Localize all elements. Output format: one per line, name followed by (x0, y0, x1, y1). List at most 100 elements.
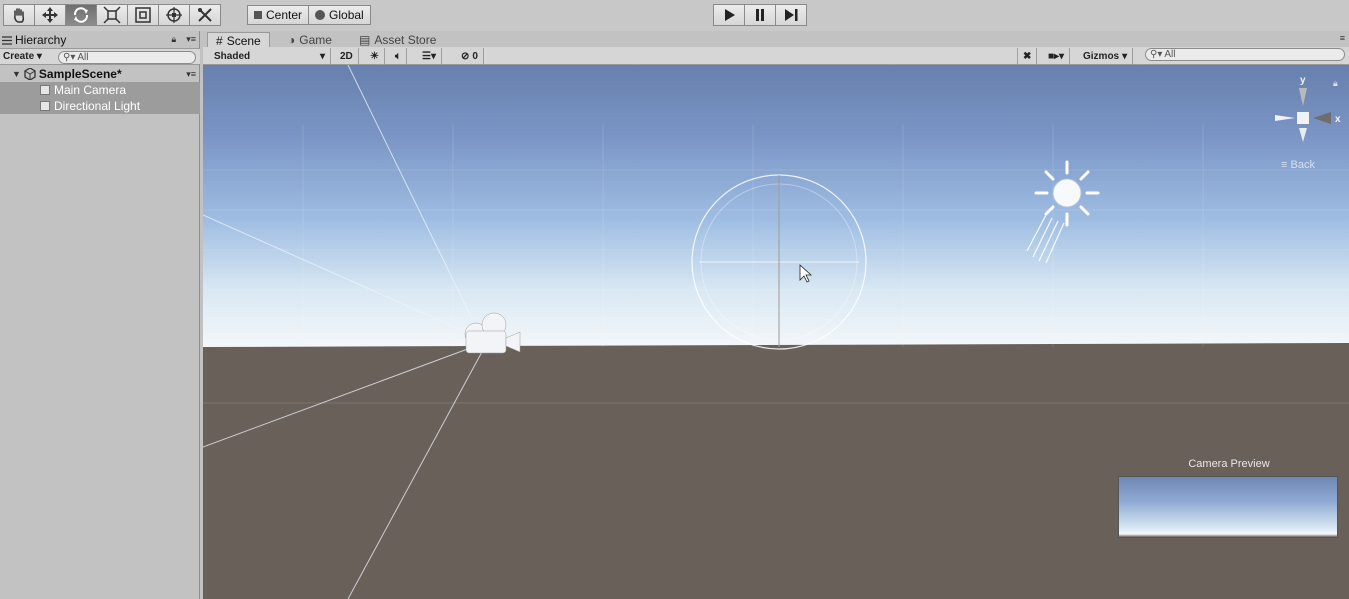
scene-tab-bar: # Scene ◑ Game ▤ Asset Store ≡ (203, 31, 1349, 48)
hierarchy-search-input[interactable]: ⚲▾ All (58, 51, 196, 64)
pause-icon (756, 9, 764, 21)
list-icon (2, 35, 12, 45)
hierarchy-item-main-camera[interactable]: Main Camera (0, 82, 200, 98)
tab-asset-store-label: Asset Store (374, 33, 437, 47)
axis-gizmo-icon: y x 🔒︎ (1275, 75, 1341, 142)
camera-preview: Camera Preview (1118, 458, 1340, 540)
hand-tool-button[interactable] (3, 4, 35, 26)
pause-button[interactable] (744, 4, 776, 26)
pivot-controls: Center Global (247, 5, 371, 25)
transform-tools (3, 4, 221, 26)
chevron-down-icon: ▾ (319, 50, 325, 62)
toggle-2d-button[interactable]: 2D (335, 48, 359, 64)
gizmo-lock-icon: 🔒︎ (1333, 79, 1338, 89)
scale-icon (103, 6, 121, 24)
gizmo-y-label: y (1300, 75, 1306, 86)
rotate-tool-button[interactable] (65, 4, 97, 26)
transform-tool-button[interactable] (158, 4, 190, 26)
grid-icon: # (216, 33, 223, 48)
scene-root-item[interactable]: ▼ SampleScene* ▾≡ (0, 66, 200, 82)
gizmos-label: Gizmos (1083, 50, 1120, 62)
lock-icon[interactable]: 🔒︎ (171, 34, 176, 45)
back-label-text: Back (1290, 159, 1315, 171)
lightbulb-icon: ☀ (370, 50, 379, 62)
camera-dropdown[interactable]: ■▸▾ (1043, 48, 1071, 64)
gameobject-icon (40, 85, 50, 95)
custom-tool-button[interactable] (189, 4, 221, 26)
create-label: Create (3, 51, 35, 62)
effects-icon: ☰▾ (422, 50, 436, 62)
mode-2d-label: 2D (340, 50, 353, 62)
hierarchy-panel: Hierarchy 🔒︎ ▾≡ Create ▾ ⚲▾ All ▼ Sample… (0, 31, 200, 599)
camera-preview-image (1118, 476, 1338, 538)
gizmo-x-label: x (1335, 114, 1341, 125)
view-back-label[interactable]: ≡ Back (1281, 159, 1315, 171)
audio-toggle[interactable]: 🔈︎ (390, 48, 407, 64)
play-icon (725, 9, 735, 21)
shading-mode-dropdown[interactable]: Shaded ▾ (209, 48, 331, 64)
scene-menu-icon[interactable]: ▾≡ (186, 69, 196, 80)
gizmos-dropdown[interactable]: Gizmos ▾ (1078, 48, 1134, 64)
move-tool-button[interactable] (34, 4, 66, 26)
tools-icon: ✖ (1023, 50, 1032, 62)
hierarchy-item-label: Directional Light (54, 99, 141, 113)
store-icon: ▤ (359, 33, 371, 47)
search-icon: ⚲▾ (1150, 49, 1163, 60)
scene-viewport[interactable]: Camera Preview (203, 65, 1349, 599)
tab-game[interactable]: ◑ Game (288, 32, 332, 48)
transform-icon (166, 7, 182, 23)
scene-name: SampleScene* (38, 67, 122, 81)
hierarchy-toolbar: Create ▾ ⚲▾ All (0, 48, 200, 65)
tools-icon (198, 8, 212, 22)
hidden-count: 0 (472, 50, 478, 62)
hierarchy-tab-tools: 🔒︎ ▾≡ (171, 34, 196, 45)
speaker-icon: 🔈︎ (395, 50, 401, 62)
hand-icon (14, 8, 25, 23)
gamepad-icon: ◑ (288, 33, 296, 47)
space-label: Global (329, 8, 364, 22)
panel-menu-icon[interactable]: ▾≡ (186, 34, 196, 45)
step-button[interactable] (775, 4, 807, 26)
gameobject-icon (40, 101, 50, 111)
create-dropdown[interactable]: Create ▾ (3, 51, 42, 62)
tab-asset-store[interactable]: ▤ Asset Store (359, 32, 436, 48)
sky (203, 65, 1349, 347)
scene-search-placeholder: All (1164, 49, 1176, 60)
panel-menu-icon[interactable]: ≡ (1340, 33, 1345, 43)
tab-game-label: Game (299, 33, 332, 47)
pivot-center-button[interactable]: Center (247, 5, 310, 25)
playback-controls (713, 4, 807, 26)
eye-slash-icon: ⊘ (461, 50, 470, 62)
step-icon (785, 9, 798, 21)
tab-scene-label: Scene (226, 33, 261, 48)
scale-tool-button[interactable] (96, 4, 128, 26)
hierarchy-tab-label: Hierarchy (15, 33, 67, 47)
rect-icon (135, 7, 151, 23)
rotate-icon (73, 7, 89, 23)
lighting-toggle[interactable]: ☀ (365, 48, 385, 64)
play-button[interactable] (713, 4, 745, 26)
shading-mode-label: Shaded (214, 50, 251, 62)
camera-icon: ■▸▾ (1048, 50, 1065, 62)
effects-dropdown[interactable]: ☰▾ (417, 48, 442, 64)
space-global-button[interactable]: Global (308, 5, 371, 25)
move-arrows-icon (42, 7, 58, 23)
expand-arrow-icon[interactable]: ▼ (12, 69, 21, 79)
hierarchy-search-placeholder: All (77, 52, 89, 63)
hidden-objects-toggle[interactable]: ⊘ 0 (456, 48, 484, 64)
camera-preview-label: Camera Preview (1188, 458, 1270, 470)
hierarchy-item-directional-light[interactable]: Directional Light (0, 98, 200, 114)
chevron-down-icon: ▾ (1122, 50, 1128, 62)
orientation-gizmo[interactable]: y x 🔒︎ (1273, 72, 1347, 172)
rect-tool-button[interactable] (127, 4, 159, 26)
chevron-down-icon: ▾ (36, 51, 42, 62)
tools-toggle[interactable]: ✖ (1017, 48, 1038, 64)
scene-control-bar: Shaded ▾ 2D ☀ 🔈︎ ☰▾ ⊘ 0 ✖ ■▸▾ Gizmos ▾ ⚲… (203, 47, 1349, 65)
scene-search-input[interactable]: ⚲▾ All (1145, 48, 1345, 61)
hierarchy-item-label: Main Camera (54, 83, 127, 97)
tab-scene[interactable]: # Scene (207, 32, 270, 48)
pivot-label: Center (266, 8, 303, 22)
hierarchy-tab[interactable]: Hierarchy 🔒︎ ▾≡ (0, 32, 200, 48)
menu-lines-icon: ≡ (1281, 159, 1288, 171)
hierarchy-tree: ▼ SampleScene* ▾≡ Main Camera Directiona… (0, 66, 200, 114)
